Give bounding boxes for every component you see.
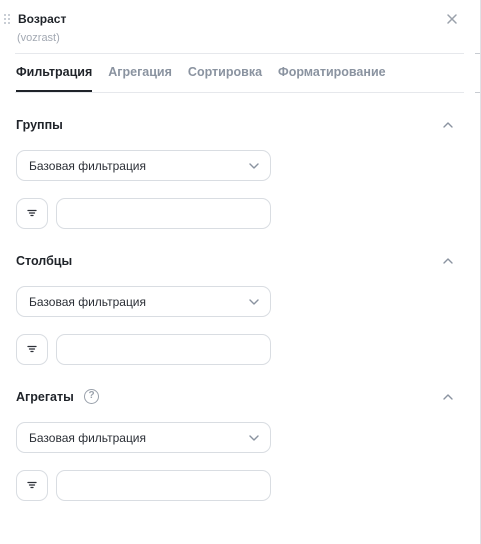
edge-mark — [475, 92, 480, 93]
aggregates-filter-type-select[interactable]: Базовая фильтрация — [16, 422, 271, 453]
aggregates-filter-input[interactable] — [56, 470, 271, 501]
columns-filter-type-select[interactable]: Базовая фильтрация — [16, 286, 271, 317]
columns-condition-button[interactable] — [16, 334, 48, 365]
select-value: Базовая фильтрация — [29, 431, 147, 445]
panel-subtitle: (vozrast) — [17, 32, 60, 44]
filter-icon — [27, 345, 37, 353]
section-title-columns: Столбцы — [16, 254, 73, 268]
filter-icon — [27, 481, 37, 489]
close-icon[interactable] — [445, 12, 459, 26]
section-title-aggregates: Агрегаты — [16, 390, 74, 404]
filter-icon — [27, 209, 37, 217]
help-icon[interactable]: ? — [84, 389, 99, 404]
groups-filter-type-select[interactable]: Базовая фильтрация — [16, 150, 271, 181]
edge-mark — [475, 53, 480, 54]
tab-sorting[interactable]: Сортировка — [188, 65, 262, 92]
header-divider — [15, 53, 464, 54]
section-title-groups: Группы — [16, 118, 63, 132]
chevron-down-icon — [247, 431, 261, 445]
panel-title: Возраст — [18, 12, 67, 26]
tab-formatting[interactable]: Форматирование — [278, 65, 386, 92]
tab-filtering[interactable]: Фильтрация — [16, 65, 93, 92]
select-value: Базовая фильтрация — [29, 159, 147, 173]
groups-condition-button[interactable] — [16, 198, 48, 229]
groups-filter-input[interactable] — [56, 198, 271, 229]
tabs-divider — [15, 92, 464, 93]
drag-handle-icon[interactable] — [4, 14, 12, 24]
chevron-up-icon[interactable] — [441, 118, 455, 132]
chevron-down-icon — [247, 295, 261, 309]
chevron-up-icon[interactable] — [441, 254, 455, 268]
select-value: Базовая фильтрация — [29, 295, 147, 309]
chevron-down-icon — [247, 159, 261, 173]
tab-aggregation[interactable]: Агрегация — [108, 65, 172, 92]
columns-filter-input[interactable] — [56, 334, 271, 365]
chevron-up-icon[interactable] — [441, 390, 455, 404]
tab-bar: Фильтрация Агрегация Сортировка Форматир… — [16, 65, 386, 93]
aggregates-condition-button[interactable] — [16, 470, 48, 501]
